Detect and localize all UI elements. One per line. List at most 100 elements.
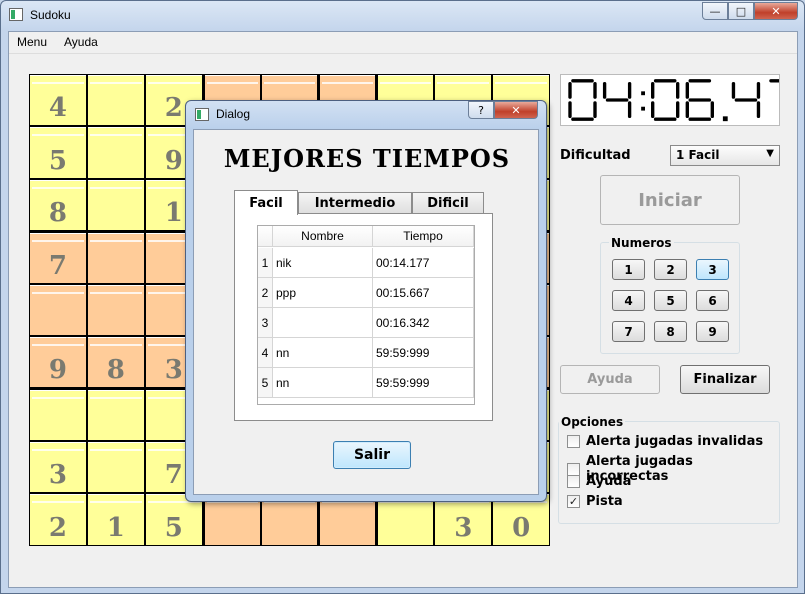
cell-value: 8: [48, 198, 67, 229]
cell-value: 9: [48, 355, 67, 386]
toolbar-separator: [9, 53, 797, 61]
cell-value: 7: [48, 250, 67, 281]
number-button-4[interactable]: 4: [612, 290, 645, 311]
timer-display: [560, 74, 780, 126]
number-button-6[interactable]: 6: [696, 290, 729, 311]
numbers-group: Numeros 123 456 789: [600, 236, 740, 354]
help-button[interactable]: Ayuda: [560, 365, 660, 394]
row-header: 3: [258, 308, 273, 338]
cell-time[interactable]: 59:59:999: [373, 368, 474, 398]
board-cell[interactable]: [87, 441, 144, 493]
board-cell[interactable]: [87, 127, 144, 178]
board-cell[interactable]: 7: [30, 233, 86, 283]
maximize-icon: □: [735, 4, 747, 18]
close-icon: ✕: [511, 103, 521, 117]
menu-menu[interactable]: Menu: [17, 35, 47, 49]
option-checkbox-3[interactable]: Ayuda: [567, 474, 631, 489]
dialog-heading: MEJORES TIEMPOS: [223, 144, 511, 173]
exit-button[interactable]: Salir: [333, 441, 411, 469]
board-cell[interactable]: [87, 390, 144, 440]
tab-dificil[interactable]: Dificil: [412, 192, 484, 214]
board-cell[interactable]: 5: [30, 127, 86, 178]
row-header: 4: [258, 338, 273, 368]
cell-time[interactable]: 59:59:999: [373, 338, 474, 368]
board-cell[interactable]: 4: [30, 75, 86, 126]
start-button[interactable]: Iniciar: [600, 175, 740, 225]
option-label: Alerta jugadas invalidas: [586, 434, 764, 449]
board-cell[interactable]: [87, 233, 144, 283]
difficulty-select[interactable]: 1 Facil ▼: [670, 145, 780, 166]
dialog-title: Dialog: [216, 107, 251, 121]
board-cell[interactable]: 2: [30, 494, 86, 545]
question-icon: ?: [478, 103, 484, 117]
checkbox-empty-icon[interactable]: [567, 435, 580, 448]
menu-ayuda[interactable]: Ayuda: [64, 35, 98, 49]
checkbox-empty-icon[interactable]: [567, 475, 580, 488]
difficulty-value: 1 Facil: [676, 148, 720, 162]
numbers-title: Numeros: [609, 236, 674, 250]
cell-time[interactable]: 00:15.667: [373, 278, 474, 308]
dialog-client: MEJORES TIEMPOS Facil Intermedio Dificil…: [193, 129, 539, 495]
board-cell[interactable]: 8: [87, 337, 144, 388]
app-icon: [9, 8, 23, 21]
number-button-3[interactable]: 3: [696, 259, 729, 280]
best-times-table[interactable]: Nombre Tiempo 1 nik 00:14.177 2 ppp 00:15.667…: [257, 225, 475, 405]
row-header: 5: [258, 368, 273, 398]
table-corner: [258, 226, 273, 247]
option-checkbox-4[interactable]: ✓ Pista: [567, 494, 623, 509]
column-header-time[interactable]: Tiempo: [373, 226, 474, 247]
number-button-8[interactable]: 8: [654, 321, 687, 342]
finish-button[interactable]: Finalizar: [680, 365, 770, 394]
dialog-icon: [195, 108, 209, 121]
board-cell[interactable]: 3: [30, 441, 86, 493]
close-button[interactable]: ✕: [754, 2, 798, 20]
cell-time[interactable]: 00:14.177: [373, 248, 474, 278]
dialog-close-button[interactable]: ✕: [494, 101, 538, 119]
tab-panel: Nombre Tiempo 1 nik 00:14.177 2 ppp 00:15.667…: [234, 213, 493, 421]
title-bar[interactable]: Sudoku — □ ✕: [1, 1, 804, 31]
minimize-button[interactable]: —: [702, 2, 728, 20]
number-button-9[interactable]: 9: [696, 321, 729, 342]
main-window: Sudoku — □ ✕ Menu Ayuda 4259817983372153…: [0, 0, 805, 594]
board-cell[interactable]: [87, 284, 144, 335]
cell-name[interactable]: ppp: [273, 278, 373, 308]
tab-facil[interactable]: Facil: [234, 190, 298, 215]
tab-intermedio[interactable]: Intermedio: [298, 192, 412, 214]
row-header: 2: [258, 278, 273, 308]
board-cell[interactable]: [30, 390, 86, 440]
board-cell[interactable]: [30, 284, 86, 335]
cell-value: 3: [48, 460, 67, 491]
number-button-7[interactable]: 7: [612, 321, 645, 342]
cell-name[interactable]: [273, 308, 373, 338]
timer-colon: [641, 106, 645, 111]
maximize-button[interactable]: □: [728, 2, 754, 20]
cell-value: 2: [48, 512, 67, 543]
number-button-1[interactable]: 1: [612, 259, 645, 280]
window-title: Sudoku: [30, 8, 71, 22]
minimize-icon: —: [709, 4, 721, 18]
number-button-5[interactable]: 5: [654, 290, 687, 311]
cell-value: 1: [106, 512, 125, 543]
row-header: 1: [258, 248, 273, 278]
cell-name[interactable]: nn: [273, 368, 373, 398]
cell-name[interactable]: nik: [273, 248, 373, 278]
chevron-down-icon: ▼: [766, 148, 774, 159]
number-button-2[interactable]: 2: [654, 259, 687, 280]
menu-bar: Menu Ayuda: [9, 32, 797, 52]
board-cell[interactable]: [87, 75, 144, 126]
column-header-name[interactable]: Nombre: [273, 226, 373, 247]
cell-name[interactable]: nn: [273, 338, 373, 368]
options-group: Opciones Alerta jugadas invalidas Alerta …: [558, 415, 780, 524]
cell-time[interactable]: 00:16.342: [373, 308, 474, 338]
checkmark-icon[interactable]: ✓: [567, 495, 580, 508]
board-cell[interactable]: 9: [30, 337, 86, 388]
board-cell[interactable]: 8: [30, 179, 86, 231]
board-cell[interactable]: 1: [87, 494, 144, 545]
options-title: Opciones: [559, 415, 626, 429]
board-cell[interactable]: [87, 179, 144, 231]
cell-value: 0: [512, 512, 531, 543]
dialog-help-button[interactable]: ?: [468, 101, 494, 119]
cell-value: 5: [164, 512, 183, 543]
cell-value: 3: [454, 512, 473, 543]
option-checkbox-1[interactable]: Alerta jugadas invalidas: [567, 434, 763, 449]
